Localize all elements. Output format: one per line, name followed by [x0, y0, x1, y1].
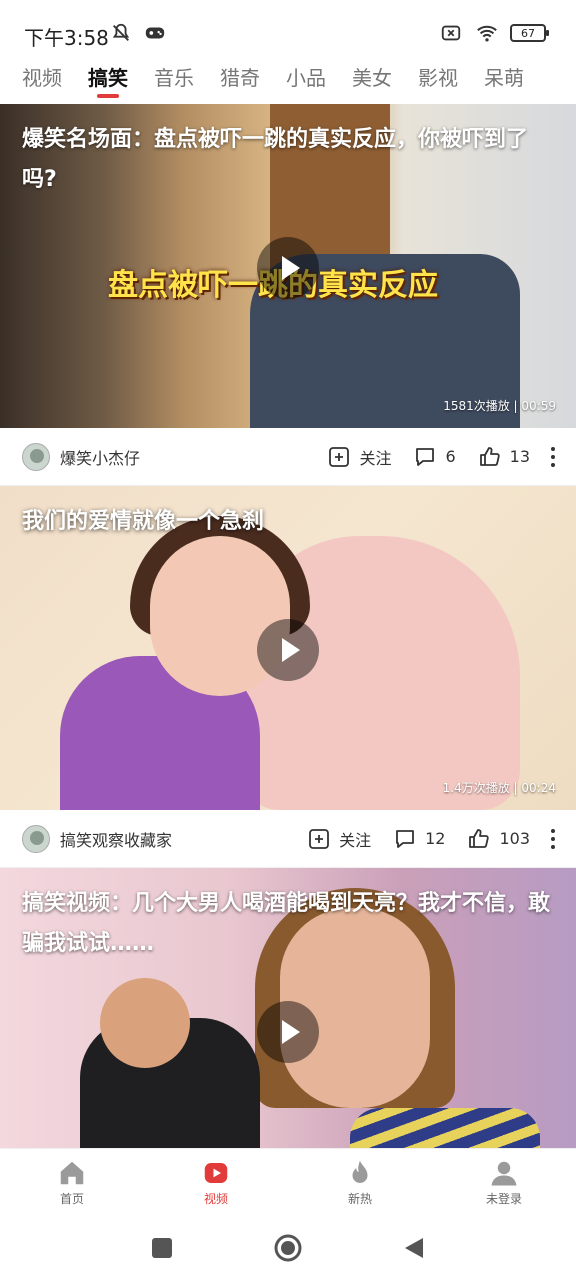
follow-button[interactable]: 关注: [307, 827, 371, 851]
like-button[interactable]: 13: [478, 445, 530, 469]
recent-apps-button[interactable]: [147, 1233, 177, 1263]
video-info-row: 搞笑观察收藏家 关注 12 103: [0, 810, 576, 868]
thumbnail-scene: [350, 1108, 540, 1148]
category-tabs: 视频 搞笑 音乐 猎奇 小品 美女 影视 呆萌: [0, 60, 576, 104]
system-navigation: [0, 1216, 576, 1280]
video-card: 我们的爱情就像一个急刹 1.4万次播放 | 00:24 搞笑观察收藏家 关注 1…: [0, 486, 576, 868]
user-icon: [491, 1161, 517, 1186]
play-count-duration: 1581次播放 | 00:59: [443, 399, 556, 413]
comment-icon: [396, 829, 414, 848]
more-icon[interactable]: [550, 446, 556, 467]
video-thumbnail[interactable]: 搞笑视频：几个大男人喝酒能喝到天亮？我才不信，敢骗我试试……: [0, 868, 576, 1148]
nav-video[interactable]: 视频: [144, 1149, 288, 1216]
sim-off-icon: [441, 25, 461, 41]
play-count-duration: 1.4万次播放 | 00:24: [442, 781, 556, 795]
video-card: 搞笑视频：几个大男人喝酒能喝到天亮？我才不信，敢骗我试试……: [0, 868, 576, 1148]
comment-count: 6: [445, 447, 456, 466]
tab-funny[interactable]: 搞笑: [75, 60, 141, 100]
video-info-row: 爆笑小杰仔 关注 6 13: [0, 428, 576, 486]
video-thumbnail[interactable]: 盘点被吓一跳的真实反应 爆笑名场面：盘点被吓一跳的真实反应，你被吓到了吗? 15…: [0, 104, 576, 428]
status-time: 下午3:58: [24, 26, 109, 50]
nav-profile[interactable]: 未登录: [432, 1149, 576, 1216]
thumbnail-scene: [100, 978, 190, 1068]
thumbs-up-icon: [479, 446, 500, 466]
video-card: 盘点被吓一跳的真实反应 爆笑名场面：盘点被吓一跳的真实反应，你被吓到了吗? 15…: [0, 104, 576, 486]
follow-button[interactable]: 关注: [327, 445, 391, 469]
nav-trending[interactable]: 新热: [288, 1149, 432, 1216]
nav-home[interactable]: 首页: [0, 1149, 144, 1216]
like-button[interactable]: 103: [467, 827, 530, 851]
comment-count: 12: [425, 829, 446, 848]
back-triangle-icon: [405, 1238, 423, 1258]
avatar[interactable]: [22, 824, 50, 853]
video-title: 搞笑视频：几个大男人喝酒能喝到天亮？我才不信，敢骗我试试……: [22, 891, 551, 956]
like-count: 13: [509, 447, 530, 466]
comment-icon: [416, 447, 435, 466]
follow-label: 关注: [339, 830, 372, 850]
author-name[interactable]: 搞笑观察收藏家: [60, 827, 285, 851]
flame-icon: [352, 1160, 368, 1183]
tab-music[interactable]: 音乐: [141, 60, 207, 100]
like-count: 103: [499, 829, 530, 848]
nav-label: 首页: [59, 1192, 84, 1206]
battery-icon: 67: [510, 24, 549, 42]
tab-curious[interactable]: 猎奇: [207, 60, 273, 100]
play-icon[interactable]: [257, 1001, 319, 1063]
bottom-nav: 首页 视频 新热 未登录: [0, 1148, 576, 1216]
wifi-icon: [477, 25, 497, 42]
video-title: 爆笑名场面：盘点被吓一跳的真实反应，你被吓到了吗?: [22, 127, 529, 192]
follow-label: 关注: [359, 448, 392, 468]
video-thumbnail[interactable]: 我们的爱情就像一个急刹 1.4万次播放 | 00:24: [0, 486, 576, 810]
avatar[interactable]: [22, 442, 50, 471]
thumbs-up-icon: [469, 828, 490, 848]
home-button[interactable]: [273, 1233, 303, 1263]
tab-beauty[interactable]: 美女: [339, 60, 405, 100]
square-icon: [152, 1238, 172, 1258]
video-feed: 盘点被吓一跳的真实反应 爆笑名场面：盘点被吓一跳的真实反应，你被吓到了吗? 15…: [0, 104, 576, 1148]
more-icon[interactable]: [550, 828, 556, 849]
video-icon: [204, 1163, 228, 1183]
comment-button[interactable]: 6: [413, 445, 456, 469]
video-title: 我们的爱情就像一个急刹: [22, 509, 265, 534]
nav-label: 新热: [347, 1192, 372, 1206]
home-icon: [60, 1161, 84, 1185]
circle-icon: [274, 1234, 302, 1262]
plus-box-icon: [329, 446, 350, 467]
nav-label: 视频: [203, 1192, 228, 1206]
tab-sketch[interactable]: 小品: [273, 60, 339, 100]
author-name[interactable]: 爆笑小杰仔: [60, 445, 305, 469]
tab-film[interactable]: 影视: [405, 60, 471, 100]
tab-video[interactable]: 视频: [0, 60, 75, 100]
play-icon[interactable]: [257, 237, 319, 299]
nav-label: 未登录: [485, 1192, 522, 1206]
status-bar: 下午3:58 67: [0, 0, 576, 60]
plus-box-icon: [309, 828, 329, 849]
game-icon: [145, 27, 165, 39]
tab-cute[interactable]: 呆萌: [471, 60, 537, 100]
play-icon[interactable]: [257, 619, 319, 681]
back-button[interactable]: [399, 1233, 429, 1263]
mute-icon: [112, 23, 130, 41]
comment-button[interactable]: 12: [393, 827, 445, 851]
